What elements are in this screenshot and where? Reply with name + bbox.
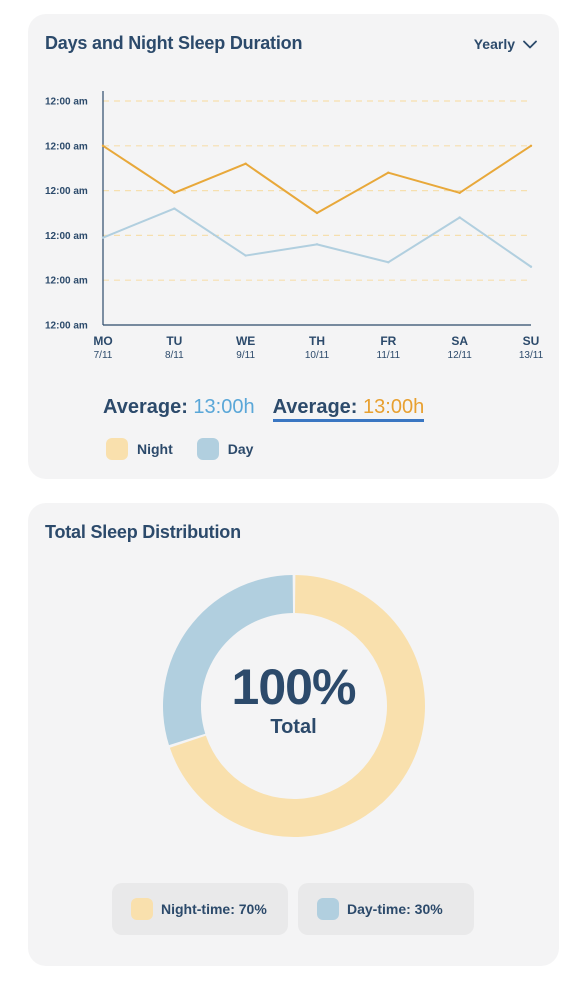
x-tick-date: 11/11 xyxy=(377,350,401,361)
x-tick-date: 12/11 xyxy=(448,350,473,361)
average-night[interactable]: Average: 13:00h xyxy=(272,396,425,422)
data-point-day xyxy=(244,254,247,257)
legend-night-label: Night xyxy=(137,441,173,457)
y-tick-label: 12:00 am xyxy=(45,141,88,152)
x-tick-date: 8/11 xyxy=(165,350,184,361)
legend-night[interactable]: Night xyxy=(106,438,173,460)
x-tick-day: MO xyxy=(93,334,112,348)
y-tick-label: 12:00 am xyxy=(45,186,88,197)
data-point-night xyxy=(244,162,247,165)
sleep-duration-card: Days and Night Sleep Duration Yearly 12:… xyxy=(28,14,559,479)
x-tick-day: WE xyxy=(236,334,255,348)
average-day-label: Average: xyxy=(103,396,188,418)
day-time-label: Day-time: 30% xyxy=(347,901,443,917)
y-tick-label: 12:00 am xyxy=(45,97,88,108)
night-time-swatch xyxy=(131,898,153,920)
averages-row: Average: 13:00h Average: 13:00h xyxy=(103,396,425,422)
line-chart-legend: Night Day xyxy=(106,438,253,460)
data-point-day xyxy=(173,207,176,210)
average-night-label: Average: xyxy=(272,396,358,418)
x-tick-date: 7/11 xyxy=(94,350,113,361)
average-day[interactable]: Average: 13:00h xyxy=(103,396,255,419)
data-point-day xyxy=(387,261,390,264)
data-point-night xyxy=(101,144,105,147)
sleep-distribution-card: Total Sleep Distribution 100% Total Nigh… xyxy=(28,503,559,966)
series-line-day xyxy=(102,207,532,268)
data-point-night xyxy=(458,191,461,195)
y-tick-label: 12:00 am xyxy=(45,276,88,287)
legend-day-label: Day xyxy=(227,441,254,457)
night-time-label: Night-time: 70% xyxy=(161,901,267,917)
y-tick-label: 12:00 am xyxy=(45,231,88,242)
y-tick-label: 12:00 am xyxy=(45,321,88,332)
day-time-swatch xyxy=(317,898,339,920)
data-point-day xyxy=(101,236,105,239)
day-swatch xyxy=(196,438,219,460)
total-label: Total xyxy=(270,716,317,738)
sleep-line-chart: 12:00 am 12:00 am 12:00 am 12:00 am 12:00 am… xyxy=(45,91,544,361)
data-point-night xyxy=(387,171,390,174)
sleep-distribution-title: Total Sleep Distribution xyxy=(45,522,241,542)
total-percent: 100% xyxy=(231,659,357,715)
x-tick-date: 10/11 xyxy=(305,350,330,361)
day-time-pill[interactable]: Day-time: 30% xyxy=(298,883,474,935)
x-tick-date: 13/11 xyxy=(519,350,544,361)
data-point-night xyxy=(529,144,533,147)
series-line-night xyxy=(102,144,532,214)
legend-day[interactable]: Day xyxy=(196,438,254,460)
x-tick-day: TH xyxy=(309,334,325,348)
night-swatch xyxy=(106,438,128,460)
average-night-value: 13:00h xyxy=(363,396,425,418)
data-point-night xyxy=(315,211,319,215)
x-tick-day: SU xyxy=(523,334,540,348)
x-tick-day: TU xyxy=(166,334,182,348)
data-point-day xyxy=(458,216,461,219)
x-tick-day: SA xyxy=(451,334,468,348)
average-day-value: 13:00h xyxy=(193,396,255,418)
x-tick-day: FR xyxy=(380,334,396,348)
data-point-day xyxy=(529,265,533,268)
data-point-day xyxy=(315,243,319,246)
night-time-pill[interactable]: Night-time: 70% xyxy=(112,883,288,935)
x-tick-date: 9/11 xyxy=(236,350,255,361)
data-point-night xyxy=(173,191,176,195)
